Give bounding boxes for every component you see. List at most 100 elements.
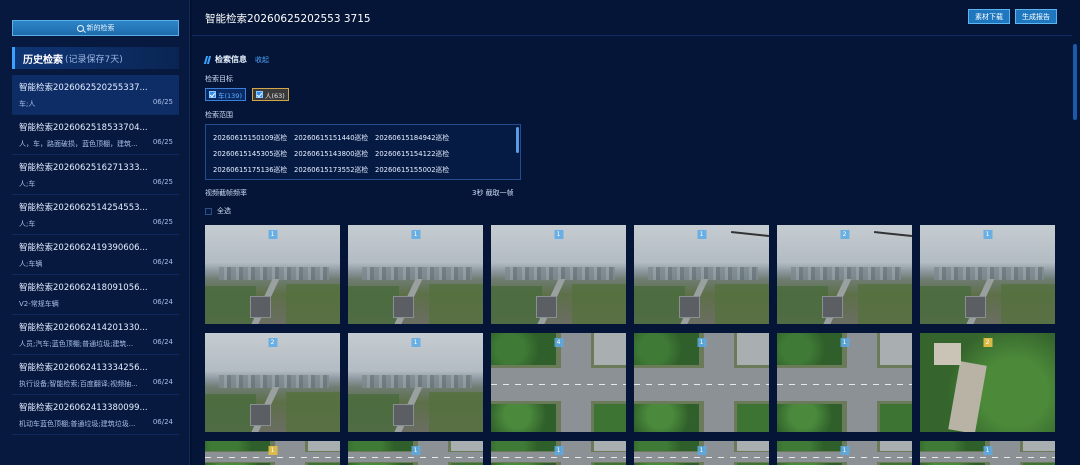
frequency-label: 视频截帧频率 [205, 189, 247, 197]
search-icon [76, 24, 84, 32]
history-item-name: 智能检索2026062413380099... [19, 403, 148, 413]
history-item[interactable]: 智能检索2026062418091056... V2-常规车辆 06/24 [12, 275, 179, 315]
thumbnail[interactable]: 4 [491, 333, 626, 432]
history-item-name: 智能检索2026062419390606... [19, 243, 148, 253]
thumbnail[interactable]: 1 [777, 333, 912, 432]
thumbnail-count-badge: 2 [983, 338, 992, 347]
range-item[interactable]: 20260615154122巡检 [375, 148, 456, 158]
thumbnail[interactable]: 1 [205, 441, 340, 465]
range-item[interactable]: 20260615175136巡检 [213, 164, 294, 174]
history-item-name: 智能检索2026062516271333... [19, 163, 148, 173]
thumbnail[interactable]: 1 [491, 441, 626, 465]
thumbnail-count-badge: 1 [840, 446, 849, 455]
history-list: 智能检索2026062520255337... 车;人 06/25 智能检索20260… [12, 75, 179, 435]
history-item-tags: 人;车 [19, 180, 36, 188]
range-item[interactable]: 20260615143800巡检 [294, 148, 375, 158]
range-item[interactable]: 20260615155002巡检 [375, 164, 456, 174]
info-section-title: 检索信息 [215, 55, 247, 64]
range-item[interactable]: 20260615184942巡检 [375, 132, 456, 142]
generate-report-button[interactable]: 生成报告 [1015, 9, 1057, 24]
new-search-button[interactable]: 新的检索 [12, 20, 179, 36]
thumbnail-count-badge: 2 [268, 338, 277, 347]
thumbnail[interactable]: 1 [634, 441, 769, 465]
history-item[interactable]: 智能检索2026062419390606... 人;车辆 06/24 [12, 235, 179, 275]
history-item-date: 06/25 [152, 98, 173, 106]
history-item[interactable]: 智能检索2026062518533704... 人，车，路面破损，蓝色顶棚，建筑.… [12, 115, 179, 155]
range-scrollbar[interactable] [516, 127, 519, 153]
thumbnail-count-badge: 1 [554, 230, 563, 239]
checkbox-icon [205, 207, 212, 215]
thumbnail[interactable]: 1 [634, 333, 769, 432]
top-bar: 智能检索20260625202553 3715 素材下载 生成报告 [192, 0, 1072, 36]
history-item-name: 智能检索2026062518533704... [19, 123, 148, 133]
range-item[interactable]: 20260615150109巡检 [213, 132, 294, 142]
thumbnail-count-badge: 1 [697, 230, 706, 239]
thumbnail[interactable]: 1 [920, 225, 1055, 324]
select-all-checkbox[interactable]: 全选 [205, 206, 231, 216]
thumbnail[interactable]: 1 [205, 225, 340, 324]
history-item-tags: V2-常规车辆 [19, 300, 59, 308]
range-item[interactable]: 20260615145305巡检 [213, 148, 294, 158]
thumbnail-count-badge: 1 [411, 446, 420, 455]
target-person-checkbox[interactable]: 人(63) [252, 88, 289, 101]
range-item[interactable]: 20260615151440巡检 [294, 132, 375, 142]
range-row: 20260615150109巡检 20260615151440巡检 20260615… [213, 132, 456, 142]
history-item-date: 06/24 [152, 258, 173, 266]
new-search-label: 新的检索 [86, 24, 115, 32]
range-row: 20260615145305巡检 20260615143800巡检 20260615… [213, 148, 456, 158]
download-button[interactable]: 素材下载 [968, 9, 1010, 24]
thumbnail[interactable]: 1 [348, 441, 483, 465]
range-item[interactable]: 20260615173552巡检 [294, 164, 375, 174]
thumbnail-count-badge: 1 [697, 338, 706, 347]
history-item-name: 智能检索2026062514254553... [19, 203, 148, 213]
thumbnail[interactable]: 2 [920, 333, 1055, 432]
history-item-name: 智能检索2026062413334256... [19, 363, 148, 373]
history-item-tags: 人;车辆 [19, 260, 43, 268]
history-item[interactable]: 智能检索2026062413380099... 机动车蓝色顶棚;普通垃圾;建筑垃圾… [12, 395, 179, 435]
scrollbar[interactable] [1073, 44, 1077, 120]
thumbnail[interactable]: 1 [920, 441, 1055, 465]
thumbnail[interactable]: 1 [348, 333, 483, 432]
history-item[interactable]: 智能检索2026062413334256... 执行设备;智能检索;百度翻译;视频… [12, 355, 179, 395]
info-section-header: 检索信息 收起 [203, 54, 269, 65]
thumbnail-count-badge: 1 [983, 230, 992, 239]
history-item[interactable]: 智能检索2026062516271333... 人;车 06/25 [12, 155, 179, 195]
history-item-tags: 人，车，路面破损，蓝色顶棚，建筑... [19, 140, 138, 148]
history-item-date: 06/25 [152, 138, 173, 146]
thumbnail-count-badge: 1 [983, 446, 992, 455]
history-title: 历史检索 [23, 54, 63, 66]
target-person-label: 人(63) [265, 91, 285, 100]
thumbnail[interactable]: 1 [491, 225, 626, 324]
collapse-link[interactable]: 收起 [255, 55, 269, 65]
history-item[interactable]: 智能检索2026062514254553... 人;车 06/25 [12, 195, 179, 235]
history-item-tags: 车;人 [19, 100, 36, 108]
thumbnail-count-badge: 1 [268, 230, 277, 239]
thumbnail-count-badge: 4 [554, 338, 563, 347]
thumbnail[interactable]: 2 [205, 333, 340, 432]
history-item-date: 06/24 [152, 378, 173, 386]
thumbnail[interactable]: 1 [634, 225, 769, 324]
history-item[interactable]: 智能检索2026062414201330... 人员;汽车;蓝色顶棚;普通垃圾;建… [12, 315, 179, 355]
history-item[interactable]: 智能检索2026062520255337... 车;人 06/25 [12, 75, 179, 115]
history-header: 历史检索 (记录保存7天) [12, 47, 179, 69]
section-bars-icon [203, 55, 212, 64]
thumbnail-count-badge: 1 [268, 446, 277, 455]
history-subtitle: (记录保存7天) [65, 54, 123, 65]
history-item-date: 06/25 [152, 178, 173, 186]
history-item-tags: 机动车蓝色顶棚;普通垃圾;建筑垃圾... [19, 420, 136, 428]
history-item-date: 06/24 [152, 298, 173, 306]
target-car-checkbox[interactable]: 车(139) [205, 88, 246, 101]
range-box[interactable]: 20260615150109巡检 20260615151440巡检 20260615… [205, 124, 521, 180]
thumbnail[interactable]: 2 [777, 225, 912, 324]
history-item-tags: 执行设备;智能检索;百度翻译;视频抽... [19, 380, 138, 388]
history-item-name: 智能检索2026062418091056... [19, 283, 148, 293]
thumbnail-count-badge: 2 [840, 230, 849, 239]
thumbnail[interactable]: 1 [777, 441, 912, 465]
page-title: 智能检索20260625202553 3715 [205, 13, 371, 25]
checkbox-checked-icon [209, 91, 216, 98]
target-car-label: 车(139) [218, 91, 242, 100]
sidebar: 新的检索 历史检索 (记录保存7天) 智能检索2026062520255337.… [0, 0, 190, 465]
thumbnail[interactable]: 1 [348, 225, 483, 324]
thumbnail-count-badge: 1 [554, 446, 563, 455]
history-item-date: 06/24 [152, 418, 173, 426]
